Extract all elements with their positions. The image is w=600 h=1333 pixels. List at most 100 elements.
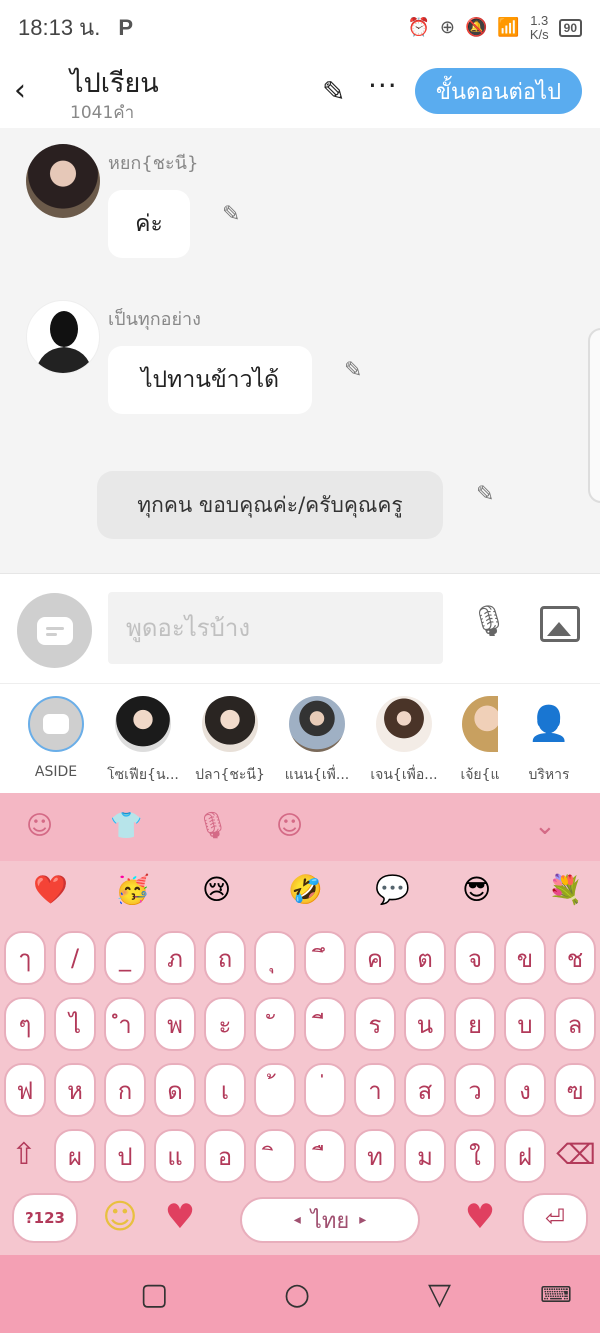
heart-key[interactable]: ♥	[458, 1195, 502, 1239]
side-drawer-handle[interactable]	[588, 328, 600, 503]
key[interactable]: ภ	[154, 926, 196, 985]
back-icon[interactable]: ‹	[14, 73, 26, 108]
key[interactable]: ั	[254, 992, 296, 1051]
key[interactable]: บ	[504, 992, 546, 1051]
microphone-icon[interactable]: 🎙	[470, 604, 508, 639]
key[interactable]: ท	[354, 1124, 396, 1183]
status-time: 18:13 น.	[18, 15, 101, 40]
key[interactable]: ไ	[54, 992, 96, 1051]
emoji-key[interactable]: 💐	[548, 873, 583, 906]
key[interactable]: ล	[554, 992, 596, 1051]
key[interactable]: ๅ	[4, 926, 46, 985]
next-step-button[interactable]: ขั้นตอนต่อไป	[415, 68, 582, 114]
collapse-keyboard-icon[interactable]: ⌄	[534, 811, 556, 841]
shift-key[interactable]: ⇧	[2, 1129, 46, 1179]
home-icon[interactable]: ○	[284, 1277, 310, 1312]
key[interactable]: จ	[454, 926, 496, 985]
narration-bubble[interactable]: ทุกคน ขอบคุณค่ะ/ครับคุณครู	[97, 471, 443, 539]
message-bubble[interactable]: ไปทานข้าวได้	[108, 346, 312, 414]
key[interactable]: ฟ	[4, 1058, 46, 1117]
key[interactable]: ฝ	[504, 1124, 546, 1183]
character-label: เจน{เพื่อ...	[370, 767, 438, 783]
edit-narration-icon[interactable]: ✎	[476, 482, 494, 507]
message-input[interactable]	[108, 592, 443, 664]
character-item[interactable]: แนน{เพื่...	[276, 696, 358, 786]
avatar[interactable]	[26, 144, 100, 218]
key[interactable]: แ	[154, 1124, 196, 1183]
recents-icon[interactable]: ▢	[140, 1277, 168, 1312]
key[interactable]: อ	[204, 1124, 246, 1183]
key[interactable]: า	[354, 1058, 396, 1117]
edit-message-icon[interactable]: ✎	[344, 358, 362, 383]
key[interactable]: ค	[354, 926, 396, 985]
smiley-key[interactable]: ☺	[98, 1195, 142, 1239]
key[interactable]: ย	[454, 992, 496, 1051]
more-icon[interactable]: ···	[368, 69, 398, 102]
key[interactable]: ป	[104, 1124, 146, 1183]
character-item[interactable]: เจ้ย{แ	[450, 696, 510, 786]
key[interactable]: ใ	[454, 1124, 496, 1183]
key[interactable]: ิ	[254, 1124, 296, 1183]
manage-characters[interactable]: 👤 บริหาร	[508, 696, 590, 786]
key[interactable]: ผ	[54, 1124, 96, 1183]
key[interactable]: ้	[254, 1058, 296, 1117]
symbols-key[interactable]: ?123	[12, 1193, 78, 1243]
key[interactable]: ว	[454, 1058, 496, 1117]
key[interactable]: พ	[154, 992, 196, 1051]
sticker-icon[interactable]: ☺	[26, 811, 53, 841]
backspace-key[interactable]: ⌫	[554, 1129, 598, 1179]
emoji-key[interactable]: 😢	[202, 873, 231, 906]
key[interactable]: ี	[304, 992, 346, 1051]
space-key[interactable]: ◂ ไทย ▸	[240, 1197, 420, 1243]
back-nav-icon[interactable]: ▽	[428, 1277, 451, 1312]
key[interactable]: ช	[554, 926, 596, 985]
emoji-key[interactable]: ❤️	[33, 873, 68, 906]
emoji-icon[interactable]: ☺	[276, 811, 303, 841]
heart-key[interactable]: ♥	[158, 1195, 202, 1239]
character-aside[interactable]: ASIDE	[15, 696, 97, 780]
emoji-key[interactable]: 🤣	[288, 873, 323, 906]
key[interactable]: _	[104, 926, 146, 985]
user-settings-icon: 👤	[527, 704, 571, 744]
key[interactable]: ฃ	[554, 1058, 596, 1117]
key[interactable]: ะ	[204, 992, 246, 1051]
header: ‹ ไปเรียน 1041คำ ✎ ··· ขั้นตอนต่อไป	[0, 55, 600, 128]
image-icon[interactable]	[540, 606, 580, 642]
character-item[interactable]: เจน{เพื่อ...	[363, 696, 445, 786]
character-item[interactable]: ปลา{ชะนี}	[189, 696, 271, 786]
key[interactable]: ๆ	[4, 992, 46, 1051]
key[interactable]: /	[54, 926, 96, 985]
keyboard-switch-icon[interactable]: ⌨	[540, 1283, 572, 1308]
emoji-key[interactable]: 💬	[375, 873, 410, 906]
message-bubble[interactable]: ค่ะ	[108, 190, 190, 258]
key[interactable]: ำ	[104, 992, 146, 1051]
key[interactable]: ห	[54, 1058, 96, 1117]
word-count: 1041คำ	[70, 103, 135, 123]
edit-icon[interactable]: ✎	[322, 75, 345, 108]
key[interactable]: ข	[504, 926, 546, 985]
key[interactable]: ื	[304, 1124, 346, 1183]
aside-toggle-button[interactable]	[17, 593, 92, 668]
avatar[interactable]	[26, 300, 100, 374]
key[interactable]: ด	[154, 1058, 196, 1117]
key[interactable]: ่	[304, 1058, 346, 1117]
sender-name: หยก{ชะนี}	[108, 153, 199, 174]
emoji-key[interactable]: 🥳	[115, 873, 150, 906]
key[interactable]: น	[404, 992, 446, 1051]
emoji-key[interactable]: 😎	[462, 873, 491, 906]
key[interactable]: ม	[404, 1124, 446, 1183]
key[interactable]: ึ	[304, 926, 346, 985]
character-item[interactable]: โซเฟีย{น...	[102, 696, 184, 786]
theme-icon[interactable]: 👕	[110, 811, 142, 841]
edit-message-icon[interactable]: ✎	[222, 202, 240, 227]
key[interactable]: ง	[504, 1058, 546, 1117]
key[interactable]: ก	[104, 1058, 146, 1117]
key[interactable]: ส	[404, 1058, 446, 1117]
key[interactable]: ุ	[254, 926, 296, 985]
key[interactable]: เ	[204, 1058, 246, 1117]
key[interactable]: ต	[404, 926, 446, 985]
key[interactable]: ร	[354, 992, 396, 1051]
key[interactable]: ถ	[204, 926, 246, 985]
voice-icon[interactable]: 🎙	[196, 811, 229, 841]
enter-key[interactable]: ⏎	[522, 1193, 588, 1243]
